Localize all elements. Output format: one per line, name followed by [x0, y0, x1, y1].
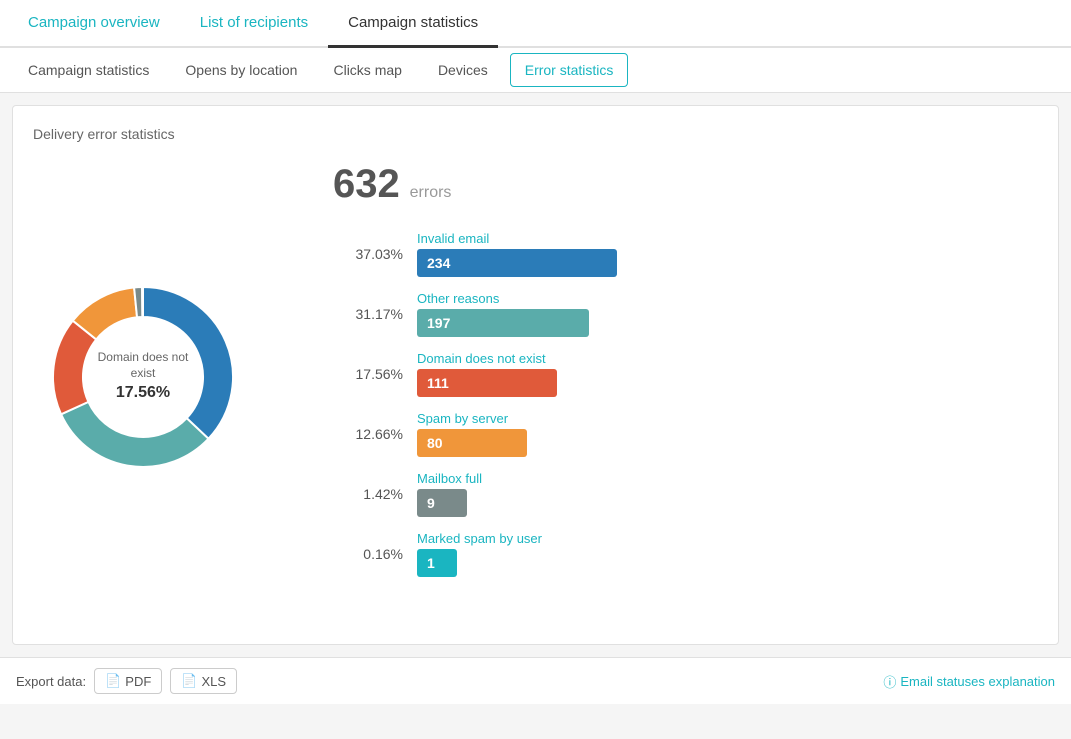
stat-pct: 12.66%	[333, 426, 403, 442]
total-errors-label: errors	[410, 184, 452, 201]
stat-pct: 17.56%	[333, 366, 403, 382]
subtab-error-statistics[interactable]: Error statistics	[510, 53, 629, 87]
stat-row: 1.42% Mailbox full 9	[333, 471, 1038, 517]
donut-center-pct: 17.56%	[88, 382, 198, 404]
stat-bar-wrap: Mailbox full 9	[417, 471, 482, 517]
stat-row: 31.17% Other reasons 197	[333, 291, 1038, 337]
export-pdf-button[interactable]: 📄 PDF	[94, 668, 162, 694]
stat-bar-wrap: Domain does not exist 111	[417, 351, 557, 397]
stat-bar: 1	[417, 549, 457, 577]
stat-pct: 31.17%	[333, 306, 403, 322]
sub-tab-bar: Campaign statistics Opens by location Cl…	[0, 48, 1071, 93]
info-icon: ⓘ	[883, 672, 896, 691]
stat-bar: 80	[417, 429, 527, 457]
stat-row: 0.16% Marked spam by user 1	[333, 531, 1038, 577]
stat-pct: 0.16%	[333, 546, 403, 562]
stat-pct: 37.03%	[333, 246, 403, 262]
total-errors-number: 632	[333, 162, 400, 206]
export-label: Export data:	[16, 674, 86, 689]
top-tab-bar: Campaign overview List of recipients Cam…	[0, 0, 1071, 48]
donut-chart: Domain does not exist 17.56%	[33, 267, 253, 487]
subtab-campaign-statistics[interactable]: Campaign statistics	[10, 48, 167, 92]
stat-bar-wrap: Invalid email 234	[417, 231, 617, 277]
stat-row: 17.56% Domain does not exist 111	[333, 351, 1038, 397]
footer: Export data: 📄 PDF 📄 XLS ⓘ Email statuse…	[0, 657, 1071, 704]
xls-icon: 📄	[181, 673, 197, 689]
donut-center-label: Domain does not exist 17.56%	[88, 349, 198, 405]
stat-label: Invalid email	[417, 231, 617, 246]
export-area: Export data: 📄 PDF 📄 XLS	[16, 668, 237, 694]
subtab-opens-by-location[interactable]: Opens by location	[167, 48, 315, 92]
pdf-icon: 📄	[105, 673, 121, 689]
xls-label: XLS	[201, 674, 226, 689]
donut-center-title: Domain does not exist	[88, 349, 198, 383]
section-title: Delivery error statistics	[33, 126, 1038, 142]
status-link-label: Email statuses explanation	[900, 674, 1055, 689]
tab-campaign-overview[interactable]: Campaign overview	[8, 0, 180, 48]
total-errors: 632 errors	[333, 162, 1038, 207]
stat-bar: 197	[417, 309, 589, 337]
stat-bar: 9	[417, 489, 467, 517]
subtab-devices[interactable]: Devices	[420, 48, 506, 92]
pdf-label: PDF	[125, 674, 151, 689]
stat-bar-wrap: Spam by server 80	[417, 411, 527, 457]
stat-label: Marked spam by user	[417, 531, 542, 546]
stat-bar: 234	[417, 249, 617, 277]
tab-list-of-recipients[interactable]: List of recipients	[180, 0, 328, 48]
tab-campaign-statistics[interactable]: Campaign statistics	[328, 0, 498, 48]
email-status-link[interactable]: ⓘ Email statuses explanation	[883, 672, 1055, 691]
stat-row: 37.03% Invalid email 234	[333, 231, 1038, 277]
stat-pct: 1.42%	[333, 486, 403, 502]
stat-bar-wrap: Other reasons 197	[417, 291, 589, 337]
stats-area: 632 errors 37.03% Invalid email 234 31.1…	[333, 162, 1038, 591]
stat-bar: 111	[417, 369, 557, 397]
stat-rows: 37.03% Invalid email 234 31.17% Other re…	[333, 231, 1038, 577]
chart-area: Domain does not exist 17.56% 632 errors …	[33, 162, 1038, 591]
main-content: Delivery error statistics Domain does no…	[12, 105, 1059, 645]
stat-row: 12.66% Spam by server 80	[333, 411, 1038, 457]
export-xls-button[interactable]: 📄 XLS	[170, 668, 237, 694]
stat-label: Other reasons	[417, 291, 589, 306]
stat-label: Domain does not exist	[417, 351, 557, 366]
stat-bar-wrap: Marked spam by user 1	[417, 531, 542, 577]
subtab-clicks-map[interactable]: Clicks map	[315, 48, 419, 92]
stat-label: Spam by server	[417, 411, 527, 426]
stat-label: Mailbox full	[417, 471, 482, 486]
